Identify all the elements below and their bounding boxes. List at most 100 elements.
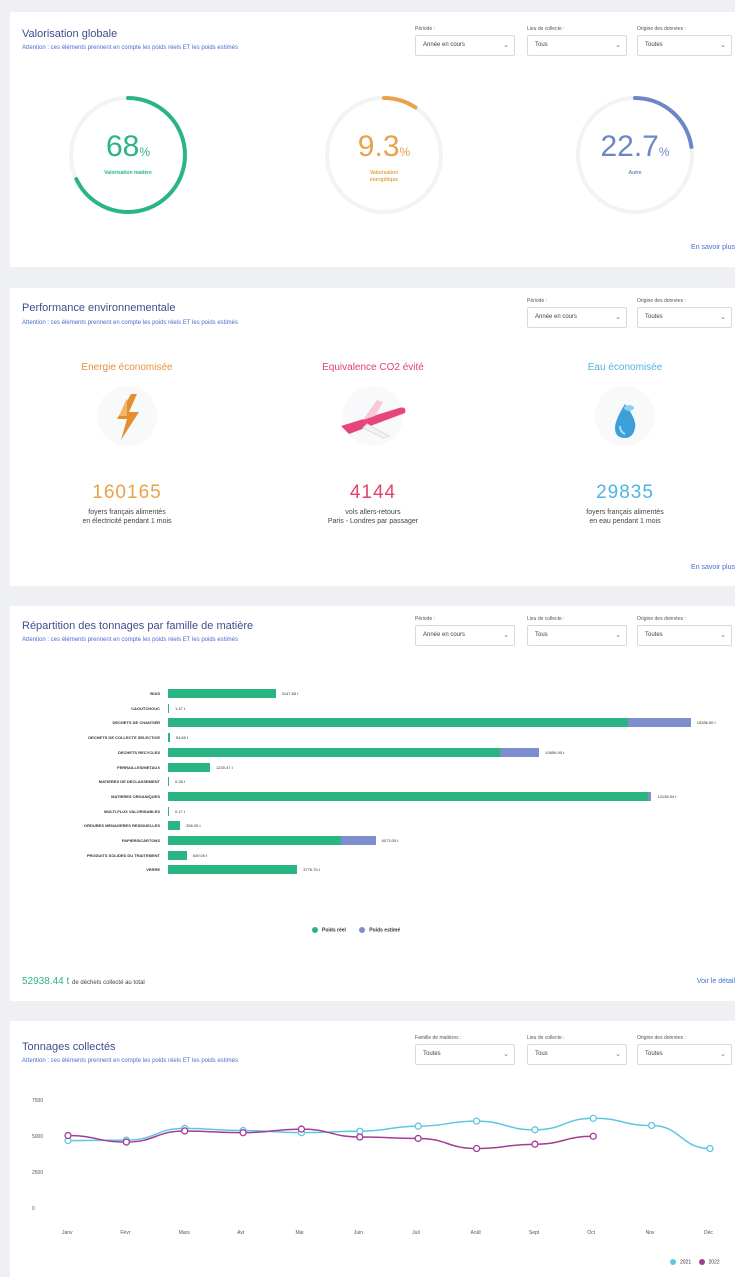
bar-real[interactable] — [168, 747, 501, 757]
bar-real[interactable] — [168, 836, 342, 845]
data-point-2022[interactable] — [472, 1144, 481, 1153]
data-point-2022[interactable] — [181, 1127, 189, 1135]
data-point-2022[interactable] — [239, 1129, 247, 1137]
origin-select-value: Toutes — [645, 314, 663, 320]
legend-dot-real — [312, 927, 318, 933]
data-point-2021[interactable] — [472, 1117, 481, 1125]
gauge-valorisation-energetique: 9.3% Valorisation énergétique — [319, 90, 449, 220]
bar-category-label: DECHETS DE COLLECTE SELECTIVE — [88, 735, 160, 741]
period-filter-label: Période : — [415, 26, 436, 32]
origin-select[interactable]: Toutes ⌄ — [637, 307, 732, 328]
energy-saved-title: Energie économisée — [81, 362, 173, 373]
bar-category-label: DECHETS RECYCLES — [117, 749, 160, 755]
data-point-2022[interactable] — [122, 1138, 131, 1146]
data-point-2022[interactable] — [64, 1131, 72, 1140]
bar-category-label: PAPIERS/CARTONS — [121, 838, 160, 843]
data-point-2022[interactable] — [297, 1125, 306, 1133]
bar-category-label: DECHETS DE CHANTIER — [112, 720, 160, 726]
water-drop-icon — [595, 386, 655, 446]
performance-subtitle: Attention : ces éléments prennent en com… — [22, 320, 239, 326]
legend-estimated-label[interactable]: Poids estimé — [369, 927, 400, 933]
data-point-2022[interactable] — [356, 1133, 364, 1141]
data-point-2021[interactable] — [589, 1114, 597, 1122]
water-saved-title: Eau économisée — [587, 362, 663, 373]
data-point-2022[interactable] — [531, 1140, 539, 1148]
bar-real[interactable] — [168, 865, 298, 875]
co2-avoided-block: Equivalence CO2 évité 4144 vols allers-r… — [268, 362, 478, 542]
bar-estimated[interactable] — [341, 836, 376, 845]
tonnage-line-chart: 7500 5000 2500 0 Janv Févr Mars Avr Mai Juin Juil A… — [10, 1021, 735, 1277]
co2-avoided-title: Equivalence CO2 évité — [322, 362, 424, 373]
detail-link[interactable]: Voir le détail — [697, 978, 735, 985]
legend-2021-label[interactable]: 2021 — [680, 1259, 691, 1265]
legend-real-label[interactable]: Poids réel — [322, 927, 346, 933]
bar-real[interactable] — [168, 703, 169, 713]
valorisation-card: Valorisation globale Attention : ces élé… — [10, 12, 735, 267]
legend-2022-label[interactable]: 2022 — [709, 1259, 720, 1265]
gauge-label: Valorisation énergétique — [369, 170, 399, 183]
period-select-value: Année en cours — [423, 42, 466, 48]
bar-category-label: BOIS — [150, 691, 160, 696]
airplane-icon — [341, 386, 406, 446]
bar-real[interactable] — [168, 689, 276, 698]
period-select[interactable]: Année en cours ⌄ — [415, 35, 515, 56]
chevron-down-icon: ⌄ — [720, 314, 726, 321]
bar-category-label: PRODUITS SOLIDES DU TRAITEMENT — [86, 852, 160, 858]
data-point-2021[interactable] — [356, 1127, 364, 1135]
lightning-icon — [97, 386, 157, 446]
bar-value-label: 3776.75 t — [303, 867, 320, 873]
chevron-down-icon: ⌄ — [503, 42, 509, 49]
location-select[interactable]: Tous ⌄ — [527, 35, 627, 56]
data-point-2021[interactable] — [414, 1122, 422, 1130]
legend-dot-2021 — [670, 1259, 676, 1265]
bar-real[interactable] — [168, 850, 187, 860]
data-point-2021[interactable] — [647, 1121, 656, 1130]
bar-real[interactable] — [168, 762, 211, 772]
origin-select-value: Toutes — [645, 42, 663, 48]
bar-value-label: 14138.94 t — [657, 793, 677, 799]
bar-value-label: 3147.65 t — [281, 691, 299, 696]
data-point-2022[interactable] — [414, 1134, 422, 1143]
bar-estimated[interactable] — [648, 791, 652, 801]
bar-category-label: MULTI-FLUX VALORISABLES — [104, 808, 160, 814]
gauge-valorisation-matiere: 68% Valorisation matière — [63, 90, 193, 220]
co2-avoided-value: 4144 — [349, 482, 397, 503]
data-point-2021[interactable] — [706, 1144, 714, 1153]
bar-estimated[interactable] — [500, 747, 540, 757]
data-point-2021[interactable] — [531, 1126, 539, 1134]
water-saved-desc: foyers français alimentés en eau pendant … — [586, 509, 664, 525]
data-point-2022[interactable] — [589, 1132, 597, 1140]
bar-real[interactable] — [168, 806, 169, 816]
bar-value-label: 356.05 t — [186, 823, 201, 829]
valorisation-title: Valorisation globale — [22, 28, 118, 40]
repartition-card: Répartition des tonnages par famille de … — [10, 606, 735, 1001]
total-collected: 52938.44 t de déchets collecté au total — [22, 976, 145, 987]
bar-value-label: 15286.50 t — [696, 720, 716, 726]
performance-title: Performance environnementale — [22, 302, 176, 314]
bar-category-label: FERRAILLES/METAUX — [117, 764, 160, 770]
bar-value-label: 6073.05 t — [381, 838, 399, 843]
location-select-value: Tous — [535, 42, 548, 48]
bar-category-label: VERRE — [146, 867, 160, 873]
bar-real[interactable] — [168, 777, 169, 787]
more-info-link[interactable]: En savoir plus — [691, 244, 735, 251]
bar-category-label: CAOUTCHOUC — [131, 705, 160, 711]
legend-dot-estimated — [359, 927, 366, 933]
bar-real[interactable] — [168, 718, 628, 728]
bar-real[interactable] — [168, 791, 649, 801]
location-filter-label: Lieu de collecte : — [527, 26, 565, 32]
bar-real[interactable] — [168, 733, 170, 743]
origin-select[interactable]: Toutes ⌄ — [637, 35, 732, 56]
bar-value-label: 0.28 t — [175, 779, 186, 785]
tonnages-card: Tonnages collectés Attention : ces éléme… — [10, 1021, 735, 1277]
bar-real[interactable] — [168, 821, 181, 831]
co2-avoided-desc: vols allers-retours Paris - Londres par p… — [327, 509, 419, 525]
chevron-down-icon: ⌄ — [615, 42, 621, 49]
gauge-label: Autre — [628, 170, 642, 176]
bar-estimated[interactable] — [627, 718, 691, 728]
bar-value-label: 1230.47 t — [216, 764, 233, 770]
bar-category-label: MATIERES ORGANIQUES — [111, 793, 160, 799]
bar-value-label: 10856.90 t — [545, 749, 565, 755]
more-info-link[interactable]: En savoir plus — [691, 564, 735, 571]
period-select[interactable]: Année en cours ⌄ — [527, 307, 627, 328]
